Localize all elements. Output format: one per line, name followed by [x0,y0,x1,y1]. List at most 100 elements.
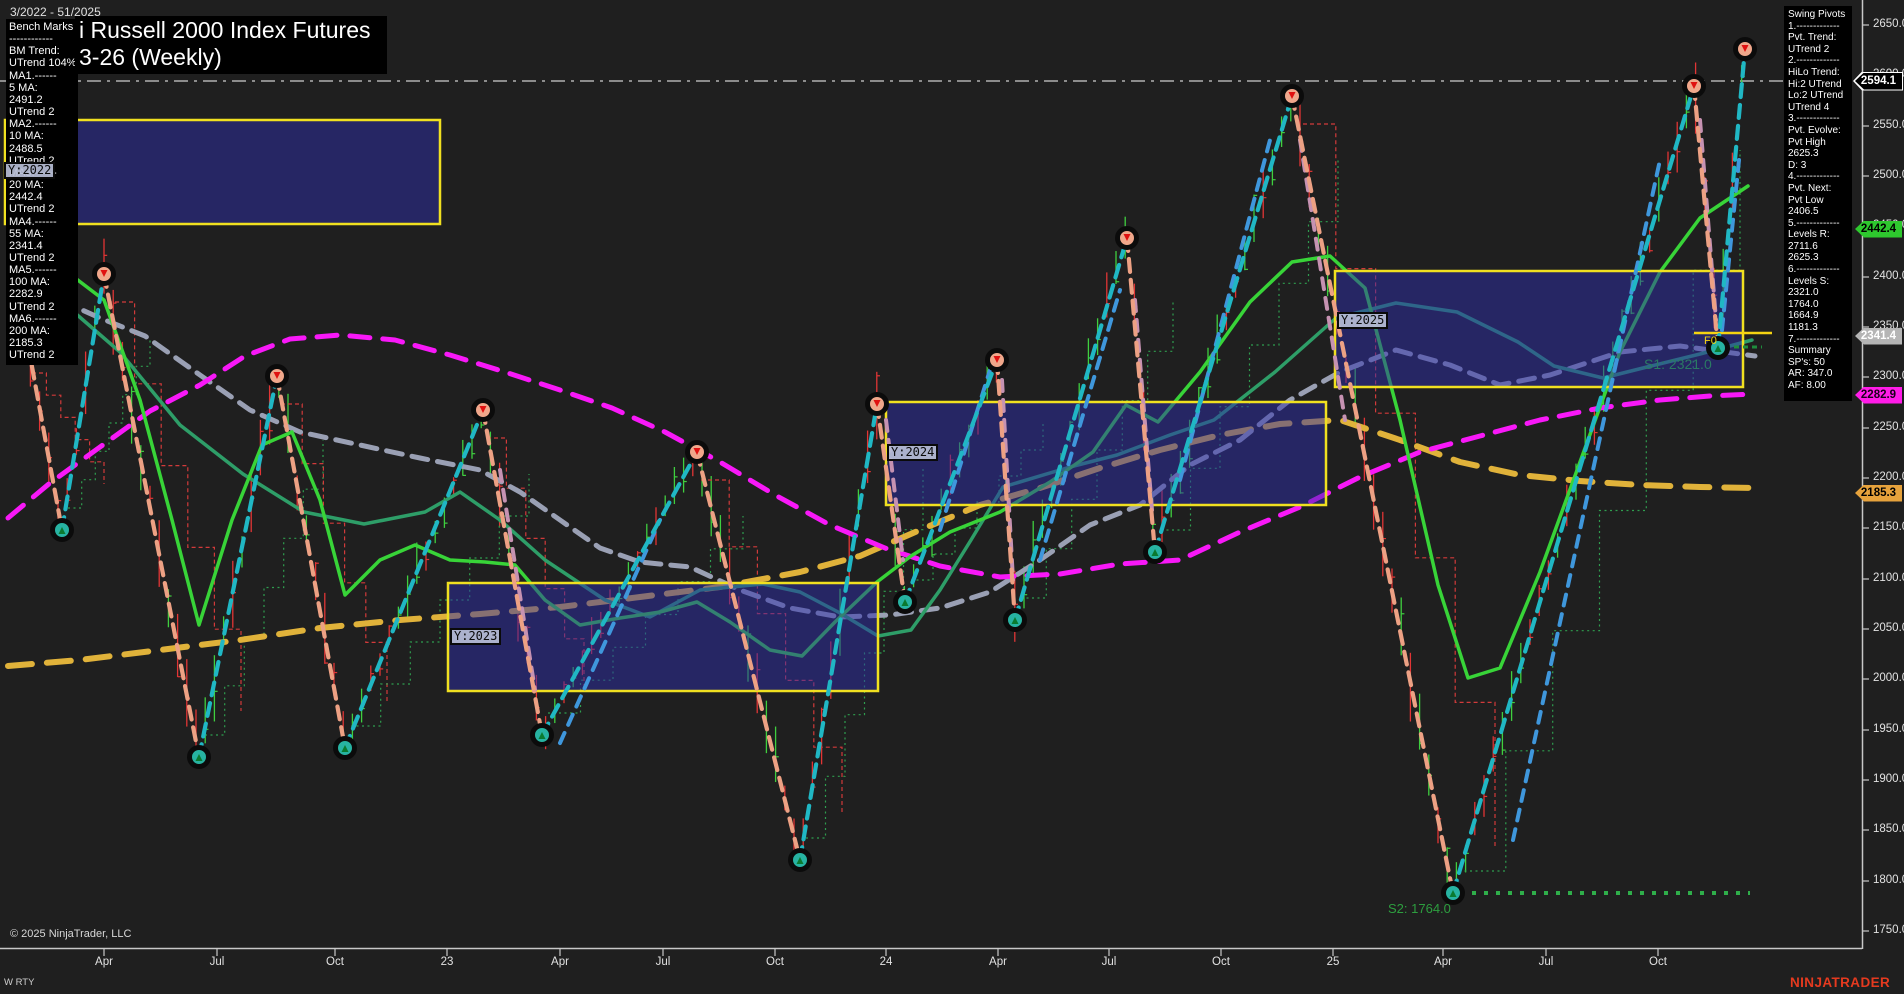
swing-pivots-line: Hi:2 UTrend [1788,78,1842,90]
f0-level-label: F0 [1704,335,1717,347]
price-level-badge: 2594.1 [1855,72,1902,90]
swing-high-marker [1280,84,1304,108]
x-axis-label[interactable]: Oct [1636,956,1680,968]
x-axis-label[interactable]: 25 [1311,956,1355,968]
zigzag-up-leg [342,407,486,751]
swing-low-marker [187,745,211,769]
swing-pivots-line: Pvt Low [1788,194,1824,206]
swing-pivots-line: SP's: 50 [1788,356,1825,368]
year-box-chip[interactable]: Y:2024 [887,444,939,461]
swing-pivots-line: Pvt. Evolve: [1788,124,1841,136]
year-box-chip[interactable]: Y:2025 [1337,312,1389,329]
benchmarks-line: UTrend 2 [9,251,55,264]
swing-pivots-line: AF: 8.00 [1788,380,1826,391]
x-axis-label[interactable]: Jul [641,956,685,968]
swing-pivots-line: Swing Pivots [1788,9,1846,20]
y-axis-label[interactable]: 2550.0 [1873,119,1904,131]
x-axis-label[interactable]: Jul [1087,956,1131,968]
y-axis-label[interactable]: 1850.0 [1873,823,1904,835]
year-box-chip[interactable]: Y:2022 [4,162,56,179]
y-axis-label[interactable]: 2150.0 [1873,521,1904,533]
swing-pivots-line: 5.------------- [1788,217,1840,229]
title-line-1: i Russell 2000 Index Futures [79,17,371,43]
y-axis-label[interactable]: 2200.0 [1873,471,1904,483]
swing-low-marker [50,518,74,542]
year-range-box[interactable] [446,581,880,693]
x-axis-label[interactable]: Apr [1421,956,1465,968]
zigzag-up-leg [1450,83,1697,896]
swing-pivots-line: D: 3 [1788,159,1807,171]
swing-low-marker [530,723,554,747]
blue-zigzag-segment [1511,158,1662,842]
y-axis-label[interactable]: 2050.0 [1873,622,1904,634]
y-axis-label[interactable]: 2100.0 [1873,572,1904,584]
y-axis-label[interactable]: 1800.0 [1873,874,1904,886]
benchmarks-line: 2488.5 [9,142,43,155]
swing-pivots-line: HiLo Trend: [1788,66,1840,78]
swing-low-marker [1003,608,1027,632]
swing-high-marker [92,262,116,286]
y-axis-label[interactable]: 2400.0 [1873,270,1904,282]
y-axis-label[interactable]: 2300.0 [1873,370,1904,382]
swing-pivots-line: UTrend 4 [1788,101,1830,113]
benchmarks-line: UTrend 2 [9,203,55,216]
x-axis-label[interactable]: 24 [864,956,908,968]
swing-pivots-line: Levels R: [1788,229,1830,241]
swing-low-marker [1143,540,1167,564]
x-axis-label[interactable]: Apr [538,956,582,968]
copyright-label: © 2025 NinjaTrader, LLC [10,928,132,940]
zigzag-down-leg [274,373,348,751]
title-line-2: 3-26 (Weekly) [79,44,222,70]
swing-high-marker [685,440,709,464]
swing-high-marker [1115,226,1139,250]
benchmarks-line: 10 MA: [9,130,44,143]
swing-high-marker [471,398,495,422]
x-axis-label[interactable]: Oct [753,956,797,968]
benchmarks-line: 2185.3 [9,337,43,350]
price-level-badge: 2185.3 [1855,484,1902,502]
year-box-chip[interactable]: Y:2023 [450,628,502,645]
benchmarks-line: 20 MA: [9,179,44,192]
swing-pivots-line: 1.------------- [1788,20,1840,32]
swing-pivots-line: 6.------------- [1788,264,1840,276]
date-range-label: 3/2022 - 51/2025 [10,5,101,19]
benchmarks-line: UTrend 104% [9,57,77,70]
price-level-badge: 2282.9 [1855,386,1902,404]
y-axis-label[interactable]: 1900.0 [1873,773,1904,785]
swing-pivots-line: Pvt. Next: [1788,182,1832,194]
benchmarks-line: MA1.------ [9,69,57,82]
swing-pivots-panel: Swing Pivots 1.------------- Pvt. Trend: UT… [1784,6,1852,401]
swing-pivots-line: 2321.0 [1788,287,1819,299]
x-axis-label[interactable]: Jul [195,956,239,968]
x-axis-label[interactable]: 23 [425,956,469,968]
swing-pivots-line: Pvt. Trend: [1788,32,1837,44]
x-axis-label[interactable]: Apr [82,956,126,968]
x-axis-label[interactable]: Oct [1199,956,1243,968]
benchmarks-line: 55 MA: [9,227,44,240]
swing-pivots-line: AR: 347.0 [1788,368,1833,380]
benchmarks-line: 2491.2 [9,93,43,106]
swing-pivots-line: Levels S: [1788,275,1830,287]
x-axis-label[interactable]: Oct [313,956,357,968]
swing-pivots-line: 4.------------- [1788,171,1840,183]
swing-high-marker [1682,74,1706,98]
swing-pivots-line: Summary [1788,345,1831,357]
x-axis-label[interactable]: Apr [976,956,1020,968]
s2-level-label: S2: 1764.0 [1388,901,1451,916]
swing-pivots-line: UTrend 2 [1788,43,1830,55]
zigzag-down-leg [101,271,202,760]
y-axis-label[interactable]: 2000.0 [1873,672,1904,684]
y-axis-label[interactable]: 2250.0 [1873,421,1904,433]
benchmarks-line: Bench Marks [9,21,74,33]
y-axis-label[interactable]: 1950.0 [1873,723,1904,735]
y-axis-label[interactable]: 1750.0 [1873,924,1904,936]
y-axis-label[interactable]: 2500.0 [1873,169,1904,181]
y-axis-label[interactable]: 2650.0 [1873,18,1904,30]
x-axis-label[interactable]: Jul [1524,956,1568,968]
swing-pivots-line: 2625.3 [1788,148,1819,160]
benchmarks-line: UTrend 2 [9,106,55,119]
benchmarks-line: ------------ [9,33,53,46]
swing-pivots-line: Pvt High [1788,136,1826,148]
swing-low-marker [333,736,357,760]
chart-drawings[interactable] [0,0,1904,994]
